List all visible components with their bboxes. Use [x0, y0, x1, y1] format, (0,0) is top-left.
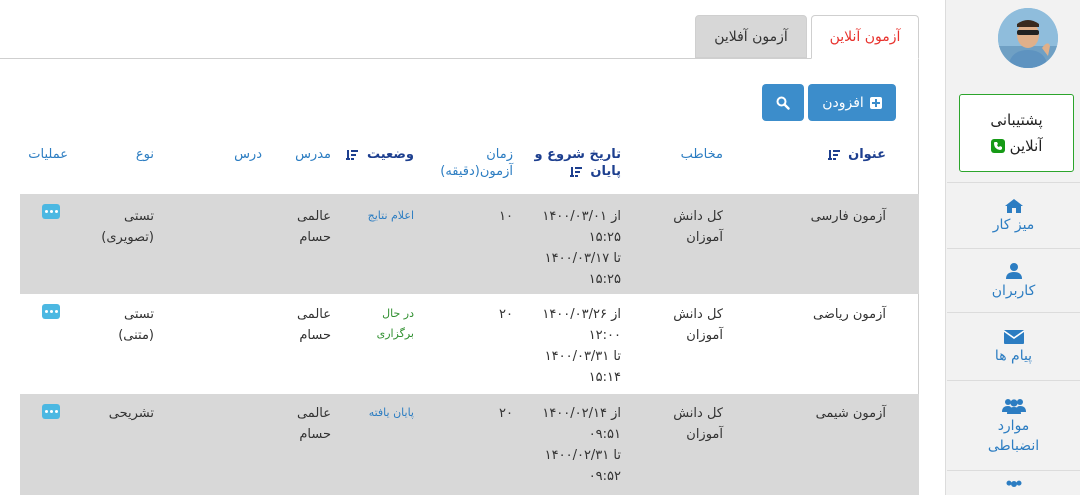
tab-offline-exam[interactable]: آزمون آفلاین	[695, 15, 807, 58]
exam-title: آزمون ریاضی	[813, 307, 886, 322]
exam-title: آزمون فارسی	[810, 209, 886, 224]
exam-title: آزمون شیمی	[815, 406, 886, 421]
exam-type: تشریحی	[108, 406, 154, 421]
sidebar-item-next[interactable]	[947, 470, 1080, 495]
sidebar-item-label: میز کار	[992, 216, 1035, 233]
column-header-lesson[interactable]: درس	[234, 146, 262, 163]
table-row[interactable]	[20, 394, 919, 495]
table-row[interactable]	[20, 194, 919, 294]
envelope-icon	[1003, 329, 1024, 344]
exam-dates: از ۱۴۰۰/۰۳/۲۶ ۱۲:۰۰ تا ۱۴۰۰/۰۳/۳۱ ۱۵:۱۴	[542, 307, 621, 385]
search-button[interactable]	[762, 84, 804, 121]
column-header-duration[interactable]: زمان آزمون(دقیقه)	[440, 146, 513, 180]
exam-dates: از ۱۴۰۰/۰۲/۱۴ ۰۹:۵۱ تا ۱۴۰۰/۰۲/۳۱ ۰۹:۵۲	[542, 406, 621, 484]
sidebar-item-discipline[interactable]: موارد انضباطی	[947, 380, 1080, 471]
sidebar-item-dashboard[interactable]: میز کار	[947, 182, 1080, 249]
exam-teacher: عالمی حسام	[296, 406, 331, 442]
sort-icon	[346, 149, 359, 160]
status-badge: در حال برگزاری	[376, 307, 414, 340]
support-label: پشتیبانی	[990, 111, 1043, 129]
exam-duration: ۲۰	[499, 307, 513, 322]
row-actions-button[interactable]	[42, 204, 60, 219]
sidebar-item-users[interactable]: کاربران	[947, 248, 1080, 313]
sidebar-item-label: پیام ها	[994, 347, 1033, 364]
column-header-title[interactable]: عنوان	[827, 146, 886, 163]
online-support-button[interactable]: پشتیبانی آنلاین	[959, 94, 1074, 172]
exam-dates: از ۱۴۰۰/۰۳/۰۱ ۱۵:۲۵ تا ۱۴۰۰/۰۳/۱۷ ۱۵:۲۵	[542, 209, 621, 287]
row-actions-button[interactable]	[42, 304, 60, 319]
exam-teacher: عالمی حسام	[296, 307, 331, 343]
search-icon	[776, 96, 790, 110]
column-header-actions[interactable]: عملیات	[28, 146, 68, 163]
add-button-label: افزودن	[822, 94, 864, 111]
avatar-image	[998, 8, 1058, 68]
exam-duration: ۱۰	[499, 209, 513, 224]
column-header-audience[interactable]: مخاطب	[681, 146, 723, 163]
sort-icon	[569, 166, 582, 177]
user-icon	[1005, 262, 1022, 279]
sidebar: پشتیبانی آنلاین میز کار کاربران پیام ها	[945, 0, 1080, 495]
phone-icon	[990, 139, 1005, 153]
sort-icon	[827, 149, 840, 160]
home-icon	[1004, 198, 1023, 213]
sidebar-item-messages[interactable]: پیام ها	[947, 312, 1080, 381]
column-header-status[interactable]: وضعیت	[346, 146, 414, 163]
exam-teacher: عالمی حسام	[296, 209, 331, 245]
exam-type: تستی (تصویری)	[101, 209, 154, 245]
sidebar-item-label: موارد	[997, 417, 1030, 434]
support-online-label: آنلاین	[1009, 137, 1043, 155]
row-actions-button[interactable]	[42, 404, 60, 419]
table-row[interactable]	[20, 294, 919, 394]
avatar[interactable]	[998, 8, 1058, 68]
status-badge: اعلام نتایج	[367, 209, 414, 222]
add-button[interactable]: افزودن	[808, 84, 896, 121]
column-header-teacher[interactable]: مدرس	[295, 146, 331, 163]
column-header-type[interactable]: نوع	[136, 146, 154, 163]
column-header-dates[interactable]: تاریخ شروع و پایان	[521, 146, 621, 180]
exam-audience: کل دانش آموزان	[673, 406, 723, 442]
sidebar-item-label: کاربران	[991, 282, 1036, 299]
users-icon	[1006, 480, 1021, 487]
sidebar-item-label: انضباطی	[987, 437, 1040, 454]
tabs-divider	[0, 58, 919, 59]
users-icon	[1001, 398, 1026, 414]
status-badge: پایان یافته	[368, 406, 414, 419]
plus-square-icon	[869, 96, 882, 109]
exam-audience: کل دانش آموزان	[673, 209, 723, 245]
exam-duration: ۲۰	[499, 406, 513, 421]
exam-audience: کل دانش آموزان	[673, 307, 723, 343]
tab-online-exam[interactable]: آزمون آنلاین	[811, 15, 919, 59]
exam-type: تستی (متنی)	[118, 307, 154, 343]
